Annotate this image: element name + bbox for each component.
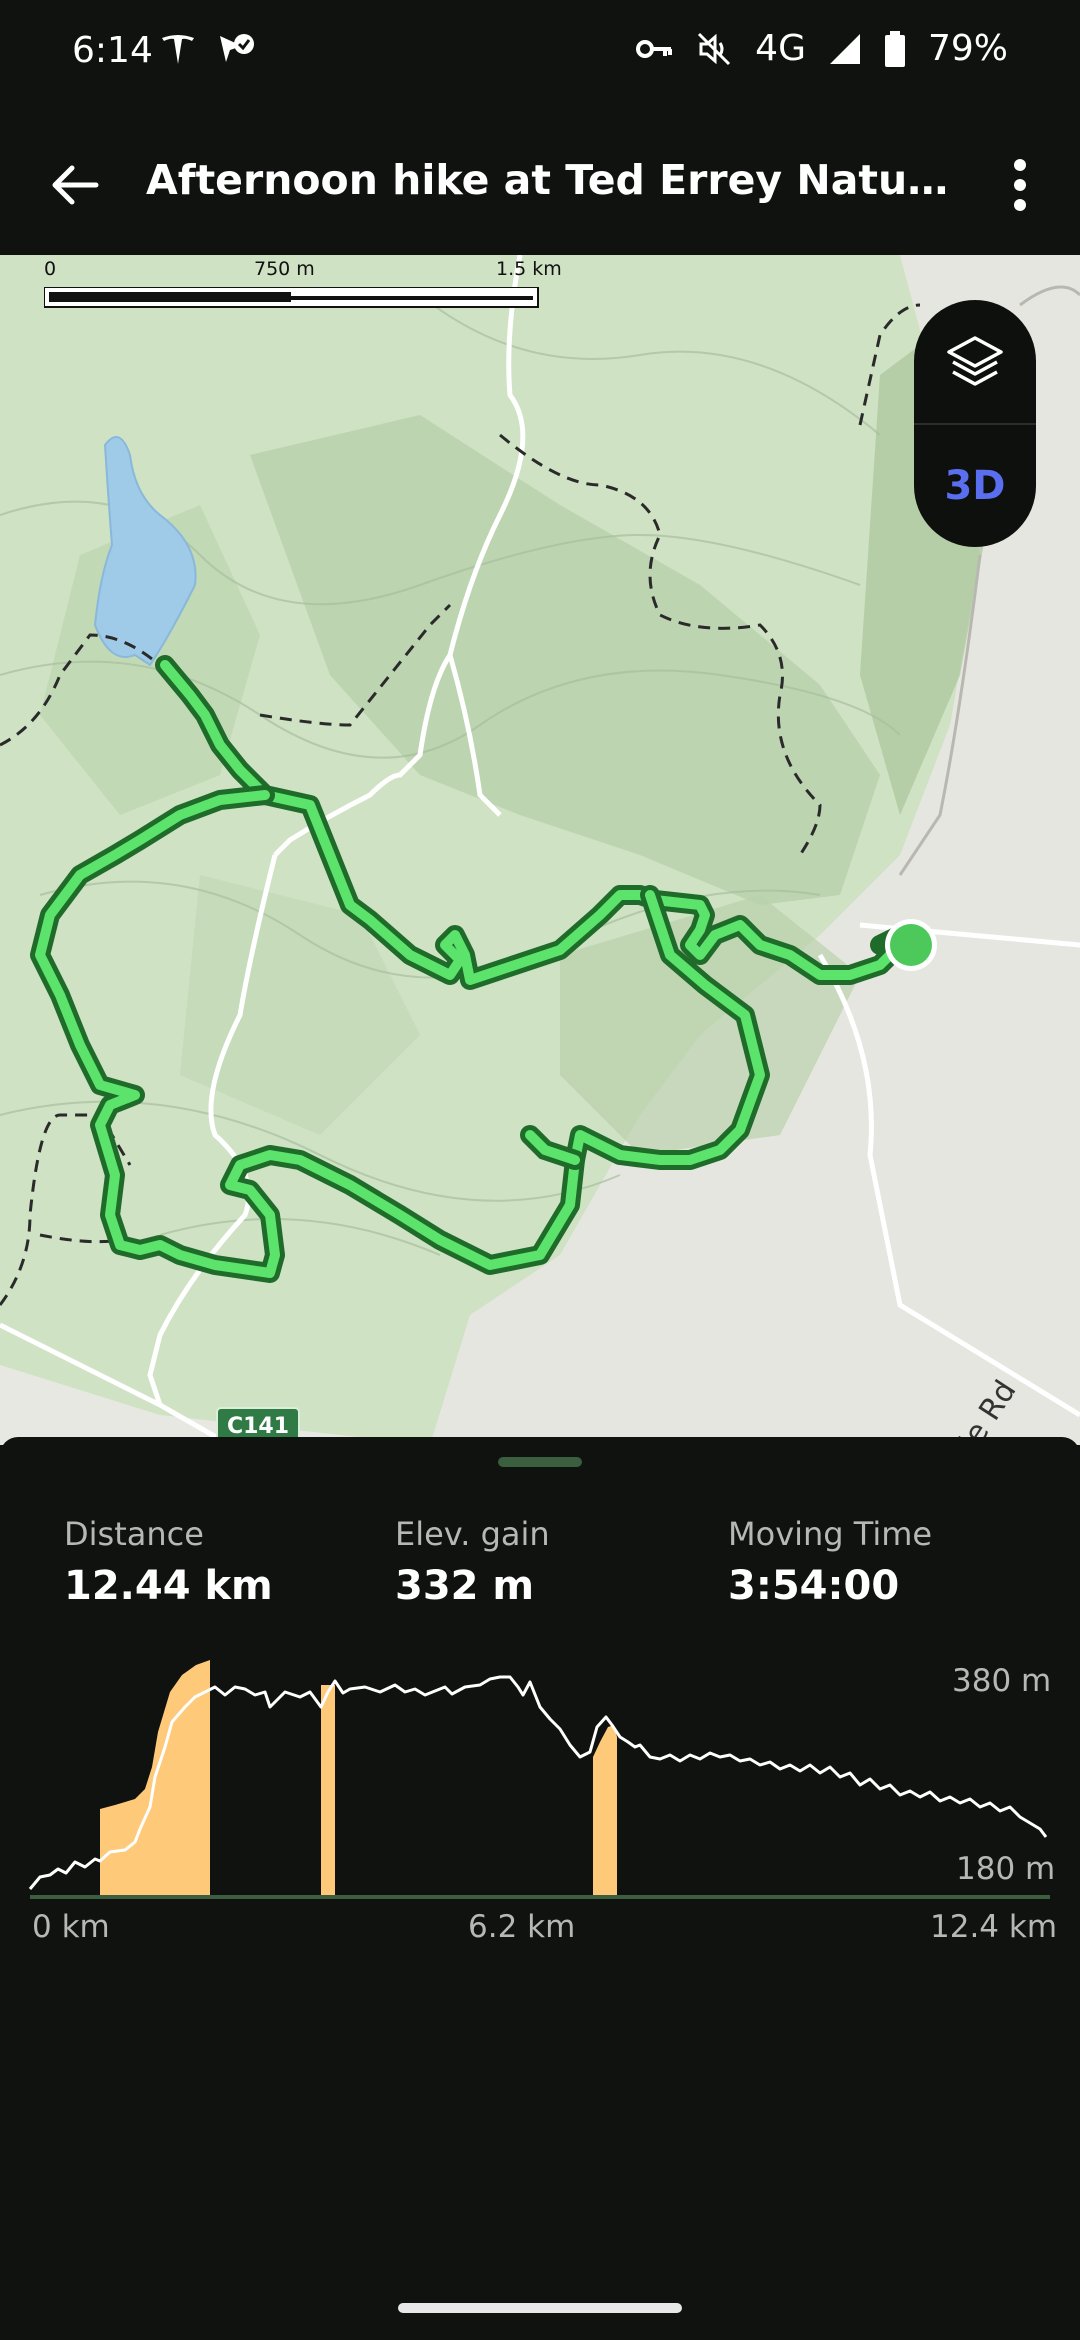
arrow-back-icon bbox=[52, 165, 99, 205]
more-vert-icon bbox=[1014, 159, 1026, 211]
location-check-icon bbox=[220, 34, 254, 62]
battery-icon bbox=[884, 30, 905, 67]
stat-moving-time: Moving Time 3:54:00 bbox=[728, 1515, 932, 1609]
tesla-icon bbox=[162, 35, 194, 64]
battery-percent: 79% bbox=[927, 28, 1008, 69]
mute-vibrate-icon bbox=[698, 32, 731, 65]
x-axis-start-label: 0 km bbox=[32, 1909, 110, 1945]
app-bar: Afternoon hike at Ted Errey Nature Circ.… bbox=[0, 110, 1080, 255]
activity-stats-sheet[interactable]: Distance 12.44 km Elev. gain 332 m Movin… bbox=[0, 1437, 1080, 2340]
scale-label-end: 1.5 km bbox=[496, 258, 562, 280]
climb-segment-3 bbox=[593, 1725, 617, 1897]
back-button[interactable] bbox=[40, 150, 110, 220]
signal-icon bbox=[829, 33, 860, 64]
network-type: 4G bbox=[755, 28, 806, 69]
stat-value: 332 m bbox=[395, 1563, 535, 1609]
map-layers-button[interactable] bbox=[914, 300, 1036, 423]
x-axis-mid-label: 6.2 km bbox=[468, 1909, 576, 1945]
status-notification-icons bbox=[158, 30, 256, 70]
activity-title: Afternoon hike at Ted Errey Nature Circ.… bbox=[146, 156, 966, 204]
status-bar: 6:14 4G 79% bbox=[0, 0, 1080, 110]
stat-label: Distance bbox=[64, 1515, 204, 1553]
y-axis-bottom-label: 180 m bbox=[956, 1851, 1056, 1887]
vpn-key-icon bbox=[636, 39, 673, 58]
stat-label: Moving Time bbox=[728, 1515, 933, 1553]
elevation-profile-chart[interactable] bbox=[0, 1647, 1080, 1947]
scale-label-mid: 750 m bbox=[254, 258, 315, 280]
map-view[interactable]: 0 750 m 1.5 km 3D ghton Vale Rd C141 bbox=[0, 255, 1080, 1445]
status-system-icons: 4G 79% bbox=[635, 28, 1008, 69]
more-options-button[interactable] bbox=[990, 150, 1050, 220]
y-axis-top-label: 380 m bbox=[952, 1663, 1052, 1699]
scale-bar-graphic bbox=[44, 287, 539, 308]
stat-value: 3:54:00 bbox=[728, 1563, 900, 1609]
3d-toggle-button[interactable]: 3D bbox=[914, 425, 1036, 547]
map-scale-bar: 0 750 m 1.5 km bbox=[40, 255, 600, 325]
scale-label-start: 0 bbox=[44, 258, 57, 280]
stat-label: Elev. gain bbox=[395, 1515, 550, 1553]
layers-icon bbox=[947, 335, 1003, 386]
x-axis-end-label: 12.4 km bbox=[930, 1909, 1058, 1945]
sheet-drag-handle[interactable] bbox=[498, 1457, 582, 1467]
home-indicator[interactable] bbox=[398, 2303, 682, 2313]
map-controls: 3D bbox=[914, 300, 1036, 547]
climb-segment-2 bbox=[321, 1685, 335, 1897]
stat-elevation-gain: Elev. gain 332 m bbox=[395, 1515, 550, 1609]
stat-value: 12.44 km bbox=[64, 1563, 273, 1609]
stat-distance: Distance 12.44 km bbox=[64, 1515, 273, 1609]
status-time: 6:14 bbox=[72, 30, 153, 71]
